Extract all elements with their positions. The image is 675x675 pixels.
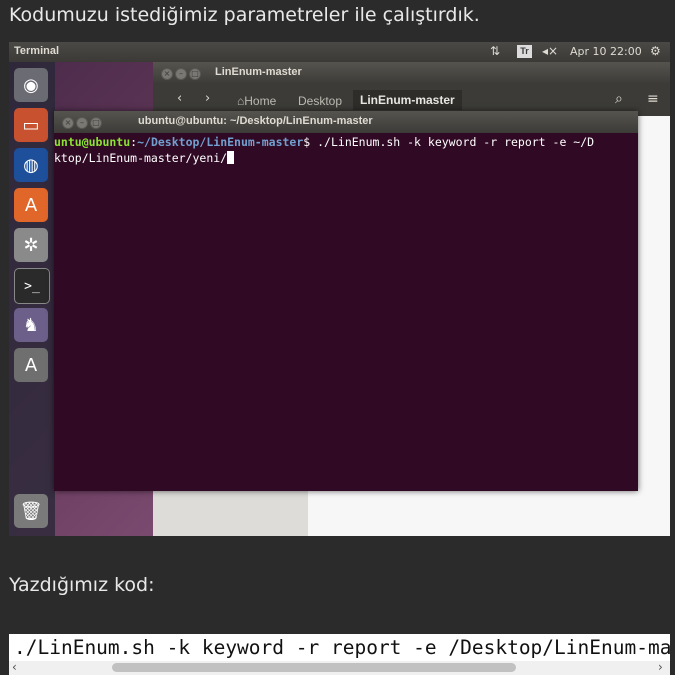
unity-launcher: ◉ ▭ ◍ A ✲ >_ ♞ A 🗑 <box>9 62 55 536</box>
ubuntu-dash-icon[interactable]: ◉ <box>14 68 48 102</box>
scroll-right-icon[interactable]: › <box>658 660 663 674</box>
file-manager-titlebar: × – □ LinEnum-master <box>153 62 670 84</box>
breadcrumb-home[interactable]: ⌂Home <box>237 94 276 108</box>
search-icon[interactable]: ⌕ <box>615 91 623 107</box>
menu-icon[interactable]: ≡ <box>647 91 659 107</box>
close-icon[interactable]: × <box>62 117 74 129</box>
software-center-icon[interactable]: A <box>14 188 48 222</box>
maximize-icon[interactable]: □ <box>189 68 201 80</box>
minimize-icon[interactable]: – <box>76 117 88 129</box>
settings-gear-icon[interactable]: ⚙ <box>650 44 661 58</box>
terminal-title: ubuntu@ubuntu: ~/Desktop/LinEnum-master <box>138 115 373 127</box>
clock[interactable]: Apr 10 22:00 <box>570 45 642 58</box>
minimize-icon[interactable]: – <box>175 68 187 80</box>
files-icon[interactable]: ▭ <box>14 108 48 142</box>
top-panel: Terminal ⇅ Tr ◂× Apr 10 22:00 ⚙ <box>9 42 670 62</box>
software-updater-icon[interactable]: A <box>14 348 48 382</box>
code-viewport: ./LinEnum.sh -k keyword -r report -e /De… <box>9 634 670 661</box>
system-settings-icon[interactable]: ✲ <box>14 228 48 262</box>
volume-icon[interactable]: ◂× <box>542 44 558 58</box>
terminal-titlebar: × – □ ubuntu@ubuntu: ~/Desktop/LinEnum-m… <box>54 111 638 133</box>
terminal-icon[interactable]: >_ <box>14 268 50 304</box>
breadcrumb-linenum-master[interactable]: LinEnum-master <box>353 90 462 110</box>
terminal-line-2: ktop/LinEnum-master/yeni/ <box>54 151 228 165</box>
network-icon[interactable]: ⇅ <box>490 44 500 58</box>
keyboard-layout-icon[interactable]: Tr <box>517 45 532 58</box>
scrollbar-thumb[interactable] <box>112 663 516 672</box>
terminal-window[interactable]: × – □ ubuntu@ubuntu: ~/Desktop/LinEnum-m… <box>54 111 638 491</box>
scroll-left-icon[interactable]: ‹ <box>12 660 17 674</box>
breadcrumb-home-label: Home <box>244 94 277 108</box>
code-label: Yazdığımız kod: <box>9 574 155 596</box>
terminal-command: $ ./LinEnum.sh -k keyword -r report -e ~… <box>303 135 595 149</box>
firefox-icon[interactable]: ◍ <box>14 148 48 182</box>
back-button[interactable]: ‹ <box>177 91 182 106</box>
intro-text: Kodumuzu istediğimiz parametreler ile ça… <box>9 4 480 26</box>
active-app-title: Terminal <box>14 45 60 57</box>
trash-icon[interactable]: 🗑 <box>14 494 48 528</box>
forward-button[interactable]: › <box>205 91 210 106</box>
breadcrumb-desktop[interactable]: Desktop <box>298 94 342 108</box>
code-block[interactable]: ./LinEnum.sh -k keyword -r report -e /De… <box>9 634 670 675</box>
maximize-icon[interactable]: □ <box>90 117 102 129</box>
terminal-cursor <box>227 151 235 164</box>
code-text: ./LinEnum.sh -k keyword -r report -e /De… <box>14 636 670 659</box>
terminal-output[interactable]: untu@ubuntu:~/Desktop/LinEnum-master$ ./… <box>54 134 594 166</box>
prompt-path: ~/Desktop/LinEnum-master <box>137 135 304 149</box>
prompt-user: untu@ubuntu <box>54 135 131 149</box>
file-manager-title: LinEnum-master <box>215 66 302 78</box>
ubuntu-screenshot: Terminal ⇅ Tr ◂× Apr 10 22:00 ⚙ ◉ ▭ ◍ A … <box>9 42 670 536</box>
app-icon[interactable]: ♞ <box>14 308 48 342</box>
horizontal-scrollbar[interactable]: ‹ › <box>9 660 670 675</box>
close-icon[interactable]: × <box>161 68 173 80</box>
